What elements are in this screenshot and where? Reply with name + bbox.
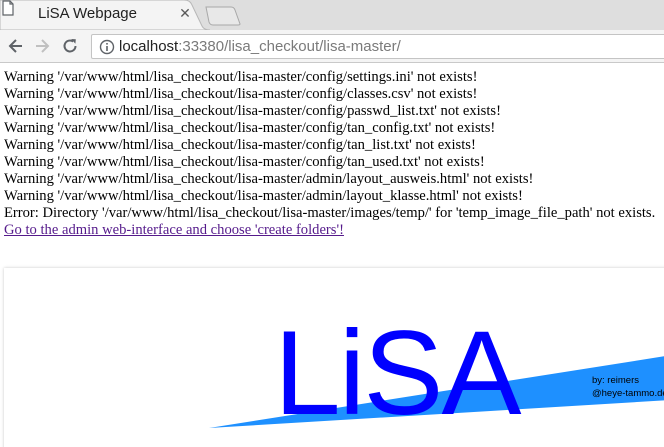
forward-arrow-icon	[36, 39, 50, 53]
url-host: localhost	[119, 38, 179, 55]
warning-message: Warning '/var/www/html/lisa_checkout/lis…	[4, 137, 476, 153]
page-content: Warning '/var/www/html/lisa_checkout/lis…	[0, 63, 664, 447]
back-arrow-icon	[8, 39, 22, 53]
error-message: Error: Directory '/var/www/html/lisa_che…	[4, 205, 656, 221]
close-icon[interactable]: ✕	[176, 5, 194, 23]
byline-contact: @heye-tammo.de	[592, 388, 664, 399]
warning-message: Warning '/var/www/html/lisa_checkout/lis…	[4, 69, 478, 85]
tab-title: LiSA Webpage	[38, 5, 137, 22]
warning-message: Warning '/var/www/html/lisa_checkout/lis…	[4, 120, 496, 136]
page-favicon-icon	[2, 0, 14, 16]
warning-message: Warning '/var/www/html/lisa_checkout/lis…	[4, 171, 534, 187]
new-tab-icon[interactable]	[203, 6, 243, 26]
reload-button[interactable]	[60, 36, 80, 56]
forward-button[interactable]	[32, 36, 52, 56]
warning-message: Warning '/var/www/html/lisa_checkout/lis…	[4, 188, 523, 204]
warning-message: Warning '/var/www/html/lisa_checkout/lis…	[4, 103, 501, 119]
back-button[interactable]	[6, 36, 26, 56]
reload-icon	[63, 39, 77, 53]
message-list: Warning '/var/www/html/lisa_checkout/lis…	[4, 69, 655, 239]
info-icon[interactable]	[99, 39, 115, 55]
warning-message: Warning '/var/www/html/lisa_checkout/lis…	[4, 86, 478, 102]
address-bar[interactable]: localhost:33380/lisa_checkout/lisa-maste…	[91, 34, 664, 59]
tab-lisa-webpage[interactable]: LiSA Webpage ✕	[0, 0, 212, 30]
lisa-logo: LiSA	[274, 306, 521, 440]
admin-interface-link[interactable]: Go to the admin web-interface and choose…	[4, 222, 344, 238]
warning-message: Warning '/var/www/html/lisa_checkout/lis…	[4, 154, 485, 170]
url-path: :33380/lisa_checkout/lisa-master/	[178, 38, 401, 55]
browser-toolbar: localhost:33380/lisa_checkout/lisa-maste…	[0, 30, 664, 63]
logo-banner: LiSA by: reimers @heye-tammo.de	[4, 268, 664, 447]
url-text[interactable]: localhost:33380/lisa_checkout/lisa-maste…	[119, 38, 401, 55]
byline-author: by: reimers	[592, 375, 639, 386]
author-byline: by: reimers @heye-tammo.de	[592, 374, 664, 400]
tab-strip: LiSA Webpage ✕	[0, 0, 664, 30]
